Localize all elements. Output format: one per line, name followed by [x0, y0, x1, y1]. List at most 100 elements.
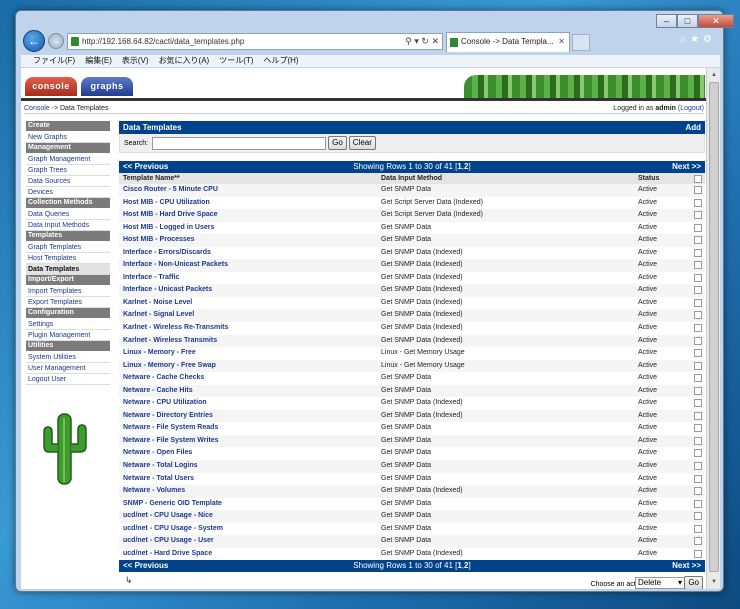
search-go-button[interactable]: Go: [328, 136, 347, 150]
row-checkbox[interactable]: [694, 261, 702, 270]
template-name-link[interactable]: Linux - Memory - Free Swap: [123, 360, 216, 373]
column-template-name[interactable]: Template Name**: [123, 173, 180, 184]
pager-prev-link[interactable]: << Previous: [123, 561, 168, 570]
sidebar-item[interactable]: Import Templates: [26, 286, 110, 297]
row-checkbox[interactable]: [694, 524, 702, 533]
browser-tab[interactable]: Console -> Data Templa... ✕: [446, 32, 570, 52]
tab-close-icon[interactable]: ✕: [558, 33, 565, 51]
row-checkbox[interactable]: [694, 211, 702, 220]
menu-item[interactable]: お気に入り(A): [159, 56, 210, 65]
template-name-link[interactable]: Karlnet - Noise Level: [123, 297, 192, 310]
menu-item[interactable]: ファイル(F): [33, 56, 75, 65]
template-name-link[interactable]: Netware - Open Files: [123, 447, 192, 460]
row-checkbox[interactable]: [694, 298, 702, 307]
pager-prev-link[interactable]: << Previous: [123, 162, 168, 171]
template-name-link[interactable]: Netware - File System Reads: [123, 422, 218, 435]
select-all-checkbox[interactable]: [694, 175, 702, 183]
pager-next-link[interactable]: Next >>: [672, 560, 701, 572]
scroll-up-icon[interactable]: ▲: [708, 69, 720, 81]
template-name-link[interactable]: Host MIB - Processes: [123, 234, 195, 247]
menu-item[interactable]: ツール(T): [219, 56, 253, 65]
home-icon[interactable]: ⌂: [680, 34, 690, 45]
close-button[interactable]: ✕: [698, 14, 734, 28]
sidebar-item[interactable]: Graph Trees: [26, 165, 110, 176]
template-name-link[interactable]: Linux - Memory - Free: [123, 347, 196, 360]
sidebar-item[interactable]: System Utilities: [26, 352, 110, 363]
graphs-tab[interactable]: graphs: [81, 77, 133, 96]
row-checkbox[interactable]: [694, 512, 702, 521]
scroll-thumb[interactable]: [709, 82, 719, 572]
action-go-button[interactable]: Go: [684, 576, 703, 589]
row-checkbox[interactable]: [694, 223, 702, 232]
row-checkbox[interactable]: [694, 349, 702, 358]
template-name-link[interactable]: Host MIB - CPU Utilization: [123, 197, 210, 210]
row-checkbox[interactable]: [694, 324, 702, 333]
sidebar-item[interactable]: Logout User: [26, 374, 110, 385]
maximize-button[interactable]: □: [677, 14, 698, 28]
row-checkbox[interactable]: [694, 273, 702, 282]
template-name-link[interactable]: Host MIB - Logged in Users: [123, 222, 214, 235]
template-name-link[interactable]: ucd/net - CPU Usage - System: [123, 523, 223, 536]
menu-item[interactable]: 表示(V): [122, 56, 149, 65]
row-checkbox[interactable]: [694, 549, 702, 558]
column-data-input-method[interactable]: Data Input Method: [381, 173, 442, 184]
row-checkbox[interactable]: [694, 286, 702, 295]
row-checkbox[interactable]: [694, 198, 702, 207]
vertical-scrollbar[interactable]: ▲ ▼: [706, 68, 720, 589]
row-checkbox[interactable]: [694, 374, 702, 383]
template-name-link[interactable]: Interface - Non-Unicast Packets: [123, 259, 228, 272]
template-name-link[interactable]: ucd/net - Hard Drive Space: [123, 548, 212, 561]
row-checkbox[interactable]: [694, 186, 702, 194]
favorites-star-icon[interactable]: ★: [690, 34, 703, 45]
sidebar-item[interactable]: User Management: [26, 363, 110, 374]
row-checkbox[interactable]: [694, 424, 702, 433]
sidebar-item[interactable]: Plugin Management: [26, 330, 110, 341]
breadcrumb-console-link[interactable]: Console: [24, 105, 50, 112]
row-checkbox[interactable]: [694, 537, 702, 546]
sidebar-item[interactable]: Devices: [26, 187, 110, 198]
template-name-link[interactable]: Netware - Directory Entries: [123, 410, 213, 423]
row-checkbox[interactable]: [694, 487, 702, 496]
template-name-link[interactable]: Karlnet - Wireless Re-Transmits: [123, 322, 228, 335]
template-name-link[interactable]: Netware - File System Writes: [123, 435, 219, 448]
forward-icon[interactable]: →: [48, 33, 64, 49]
logout-link[interactable]: (Logout): [678, 105, 704, 112]
sidebar-item[interactable]: Host Templates: [26, 253, 110, 264]
template-name-link[interactable]: Netware - Total Logins: [123, 460, 198, 473]
template-name-link[interactable]: Karlnet - Wireless Transmits: [123, 335, 217, 348]
menu-item[interactable]: ヘルプ(H): [263, 56, 298, 65]
template-name-link[interactable]: ucd/net - CPU Usage - User: [123, 535, 214, 548]
add-link[interactable]: Add: [685, 121, 701, 134]
console-tab[interactable]: console: [25, 77, 77, 96]
search-clear-button[interactable]: Clear: [348, 136, 376, 150]
row-checkbox[interactable]: [694, 474, 702, 483]
row-checkbox[interactable]: [694, 411, 702, 420]
template-name-link[interactable]: Interface - Errors/Discards: [123, 247, 211, 260]
search-input[interactable]: [152, 136, 327, 150]
menu-item[interactable]: 編集(E): [85, 56, 112, 65]
template-name-link[interactable]: Interface - Traffic: [123, 272, 179, 285]
sidebar-item[interactable]: New Graphs: [26, 132, 110, 143]
row-checkbox[interactable]: [694, 386, 702, 395]
new-tab-button[interactable]: [572, 34, 590, 51]
sidebar-item[interactable]: Graph Templates: [26, 242, 110, 253]
row-checkbox[interactable]: [694, 399, 702, 408]
sidebar-item[interactable]: Data Input Methods: [26, 220, 110, 231]
sidebar-item[interactable]: Settings: [26, 319, 110, 330]
template-name-link[interactable]: Cisco Router - 5 Minute CPU: [123, 184, 218, 197]
row-checkbox[interactable]: [694, 248, 702, 257]
template-name-link[interactable]: SNMP - Generic OID Template: [123, 498, 222, 511]
template-name-link[interactable]: Netware - Volumes: [123, 485, 185, 498]
row-checkbox[interactable]: [694, 449, 702, 458]
row-checkbox[interactable]: [694, 311, 702, 320]
row-checkbox[interactable]: [694, 499, 702, 508]
minimize-button[interactable]: –: [656, 14, 677, 28]
row-checkbox[interactable]: [694, 462, 702, 471]
row-checkbox[interactable]: [694, 361, 702, 370]
row-checkbox[interactable]: [694, 236, 702, 245]
sidebar-item[interactable]: Data Queries: [26, 209, 110, 220]
gear-icon[interactable]: ⚙: [703, 34, 716, 45]
back-icon[interactable]: ←: [23, 30, 45, 52]
address-bar[interactable]: http://192.168.64.82/cacti/data_template…: [67, 33, 443, 50]
action-select[interactable]: Delete ▾: [635, 577, 685, 589]
